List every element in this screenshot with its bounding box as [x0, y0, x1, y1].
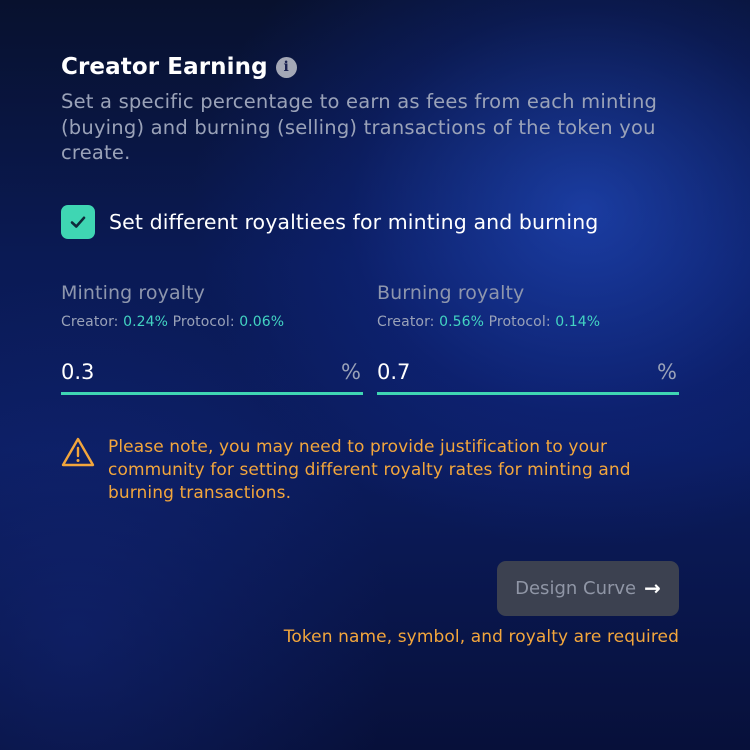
creator-earning-panel: Creator Earning i Set a specific percent… [61, 0, 679, 750]
burning-royalty-breakdown: Creator: 0.56% Protocol: 0.14% [377, 314, 679, 330]
section-header: Creator Earning i [61, 52, 297, 82]
minting-creator-value: 0.24% [123, 314, 169, 330]
burning-protocol-value: 0.14% [555, 314, 601, 330]
different-royalties-label: Set different royaltiees for minting and… [109, 210, 599, 234]
design-curve-button[interactable]: Design Curve → [497, 561, 679, 616]
minting-protocol-value: 0.06% [239, 314, 285, 330]
warning-triangle-icon [61, 437, 95, 467]
different-royalties-checkbox[interactable] [61, 205, 95, 239]
burning-creator-value: 0.56% [439, 314, 485, 330]
section-description: Set a specific percentage to earn as fee… [61, 90, 658, 164]
required-fields-message: Token name, symbol, and royalty are requ… [283, 627, 679, 647]
info-icon[interactable]: i [275, 56, 297, 78]
burning-protocol-label: Protocol: [488, 314, 551, 330]
minting-creator-label: Creator: [61, 314, 119, 330]
burning-royalty-title: Burning royalty [377, 282, 525, 304]
minting-royalty-input[interactable] [61, 354, 301, 390]
arrow-right-icon: → [644, 576, 661, 600]
burning-creator-label: Creator: [377, 314, 435, 330]
burning-royalty-input[interactable] [377, 354, 617, 390]
burning-percent-unit: % [657, 360, 677, 384]
design-curve-label: Design Curve [515, 578, 637, 599]
minting-protocol-label: Protocol: [172, 314, 235, 330]
minting-royalty-field: % [61, 352, 363, 395]
section-title: Creator Earning [61, 54, 268, 80]
minting-royalty-section: Minting royalty Creator: 0.24% Protocol:… [61, 282, 363, 330]
minting-royalty-title: Minting royalty [61, 282, 205, 304]
warning-text: Please note, you may need to provide jus… [108, 437, 631, 503]
burning-royalty-field: % [377, 352, 679, 395]
minting-royalty-breakdown: Creator: 0.24% Protocol: 0.06% [61, 314, 363, 330]
minting-percent-unit: % [341, 360, 361, 384]
checkmark-icon [70, 216, 86, 228]
different-royalties-checkbox-row[interactable]: Set different royaltiees for minting and… [61, 205, 598, 239]
burning-royalty-section: Burning royalty Creator: 0.56% Protocol:… [377, 282, 679, 330]
royalty-warning: Please note, you may need to provide jus… [61, 436, 668, 505]
